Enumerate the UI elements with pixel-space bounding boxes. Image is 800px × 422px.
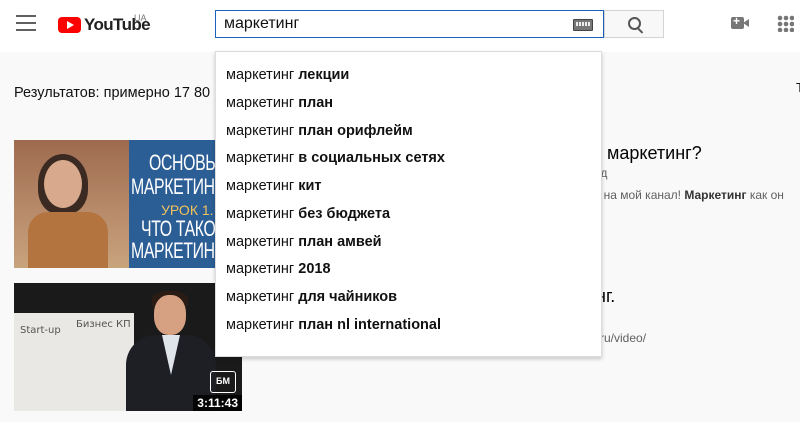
video-thumbnail[interactable]: Start-up Бизнес КП БМ 3:11:43 (14, 283, 242, 411)
suggestion-item[interactable]: маркетинг план амвей (226, 234, 382, 260)
search-icon (628, 17, 641, 30)
suggestion-item[interactable]: маркетинг план (226, 95, 333, 121)
video-duration: 3:11:43 (193, 395, 242, 411)
search-box[interactable] (215, 10, 604, 38)
youtube-play-icon (58, 17, 81, 33)
search-button[interactable] (604, 10, 664, 38)
filter-button-edge[interactable]: Т (796, 80, 800, 95)
masthead: YouTube UA (0, 0, 800, 52)
suggestion-item[interactable]: маркетинг 2018 (226, 261, 331, 287)
menu-icon[interactable] (16, 15, 36, 31)
suggestion-item[interactable]: маркетинг план орифлейм (226, 123, 413, 149)
video-title[interactable]: е маркетинг? (592, 143, 702, 164)
suggestion-item[interactable]: маркетинг для чайников (226, 289, 397, 315)
suggestion-item[interactable]: маркетинг в социальных сетях (226, 150, 445, 176)
channel-badge: БМ (210, 371, 236, 393)
video-thumbnail[interactable]: ОСНОВЫ МАРКЕТИНГ УРОК 1. ЧТО ТАКОЕ МАРКЕ… (14, 140, 242, 268)
thumb-text: ОСНОВЫ (149, 150, 219, 175)
suggestion-item[interactable]: маркетинг лекции (226, 67, 349, 93)
thumb-text: МАРКЕТИНГ (131, 238, 223, 263)
create-video-icon[interactable] (731, 14, 749, 29)
suggestion-item[interactable]: маркетинг кит (226, 178, 322, 204)
suggestion-item[interactable]: маркетинг план nl international (226, 317, 441, 343)
search-suggestions-dropdown: маркетинг лекции маркетинг план маркетин… (215, 51, 602, 357)
search-input[interactable] (224, 14, 564, 34)
suggestion-item[interactable]: маркетинг без бюджета (226, 206, 390, 232)
whiteboard-text: Бизнес КП (76, 319, 131, 330)
apps-icon[interactable] (777, 15, 794, 32)
region-code: UA (134, 13, 147, 23)
whiteboard-text: Start-up (20, 325, 61, 336)
results-count: Результатов: примерно 17 80 (14, 85, 211, 101)
keyboard-icon[interactable] (573, 19, 593, 31)
video-description: ь на мой канал! Маркетинг как он (594, 188, 784, 202)
thumb-text: МАРКЕТИНГ (131, 174, 223, 199)
